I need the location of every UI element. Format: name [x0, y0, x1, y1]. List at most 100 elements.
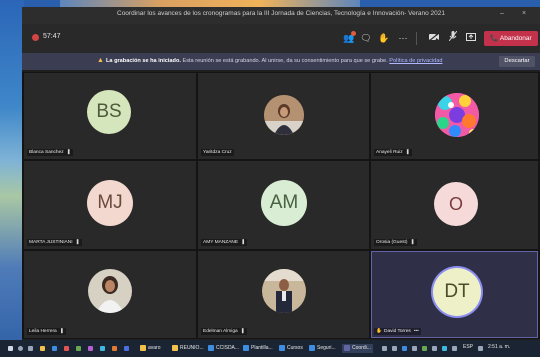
participant-name: Edelman Almiga ❚: [201, 328, 247, 335]
clock[interactable]: 2:51 a. m.: [488, 344, 510, 350]
recording-banner: ▲ La grabación se ha iniciado. Esta reun…: [22, 53, 540, 70]
participant-photo: [262, 269, 306, 313]
participant-name: Blanca Sanchez ❚: [27, 149, 73, 156]
more-options-icon[interactable]: •••: [414, 329, 419, 334]
participant-photo: [88, 269, 132, 313]
tray-icon[interactable]: [452, 346, 457, 351]
participant-tile-speaking[interactable]: DT ✋ David Torres •••: [371, 251, 538, 338]
participant-art-avatar: [435, 93, 479, 137]
mic-off-icon: ❚: [410, 240, 415, 245]
tray-icon[interactable]: [422, 346, 427, 351]
participant-name: ✋ David Torres •••: [374, 328, 421, 335]
mic-off-icon: ❚: [75, 240, 80, 245]
mic-off-icon: ❚: [59, 329, 64, 334]
tray-icon[interactable]: [382, 346, 387, 351]
edge-icon[interactable]: [52, 346, 57, 351]
participant-name-label: Leila Herrera: [29, 329, 57, 334]
browser-icon: [208, 344, 214, 351]
tray-icon[interactable]: [402, 346, 407, 351]
browser-icon: [279, 344, 285, 351]
participant-tile[interactable]: Yaritdza Cruz: [198, 73, 369, 159]
taskbar-item[interactable]: CCISDA...: [208, 344, 239, 353]
participant-tile[interactable]: Leila Herrera ❚: [24, 251, 196, 338]
notification-badge: [351, 31, 356, 36]
browser-icon: [243, 344, 249, 351]
minimize-button[interactable]: –: [500, 10, 504, 17]
taskbar-item[interactable]: REUNIO...: [172, 344, 204, 353]
avatar: O: [434, 182, 478, 226]
participant-name-label: David Torres: [383, 329, 411, 334]
meeting-toolbar: 57:47 👥 🗨 ✋ ⋯ 📞 Abandonar: [22, 24, 540, 53]
tray-icon[interactable]: [412, 346, 417, 351]
participant-name-label: Edelman Almiga: [203, 329, 238, 334]
taskbar-item[interactable]: Plantilla...: [243, 344, 273, 353]
participant-name-label: AMY MANZANE: [203, 240, 239, 245]
warning-icon: ▲: [97, 57, 104, 64]
share-icon[interactable]: [464, 31, 478, 45]
close-button[interactable]: ×: [522, 10, 526, 17]
tray-icon[interactable]: [442, 346, 447, 351]
app-icon[interactable]: [124, 346, 129, 351]
meeting-timer: 57:47: [43, 33, 61, 40]
folder-icon: [140, 344, 146, 351]
tray-icon[interactable]: [432, 346, 437, 351]
dismiss-button[interactable]: Descartar: [499, 56, 535, 67]
participant-tile[interactable]: AM AMY MANZANE ❚: [198, 161, 369, 249]
taskbar-item[interactable]: Seguri...: [309, 344, 336, 353]
taskbar-item[interactable]: Cursos: [279, 344, 303, 353]
participant-tile[interactable]: BS Blanca Sanchez ❚: [24, 73, 196, 159]
privacy-link[interactable]: Política de privacidad: [389, 58, 442, 64]
participant-name-label: Anayeli Ruiz: [376, 150, 403, 155]
taskbar-item-label: Cursos: [287, 345, 303, 351]
avatar: DT: [433, 268, 481, 316]
search-icon[interactable]: [18, 346, 23, 351]
participant-name: Yaritdza Cruz: [201, 149, 234, 156]
avatar: AM: [261, 180, 307, 226]
taskbar-item-active[interactable]: Coordi...: [342, 344, 373, 353]
recording-icon: [32, 34, 39, 41]
camera-icon[interactable]: [427, 31, 441, 45]
mic-off-icon: ❚: [405, 150, 410, 155]
banner-message: La grabación se ha iniciado. Esta reunió…: [106, 58, 442, 64]
teams-meeting-window: Coordinar los avances de los cronogramas…: [22, 7, 540, 349]
participant-name-label: Orosia (Guest): [376, 240, 408, 245]
participant-name: Anayeli Ruiz ❚: [374, 149, 412, 156]
taskbar-item[interactable]: avaro: [140, 344, 161, 353]
app-icon[interactable]: [76, 346, 81, 351]
participant-tile[interactable]: O Orosia (Guest) ❚: [371, 161, 538, 249]
app-icon[interactable]: [64, 346, 69, 351]
app-icon[interactable]: [112, 346, 117, 351]
raise-hand-icon[interactable]: ✋: [377, 31, 391, 45]
start-icon[interactable]: [8, 346, 13, 351]
explorer-icon[interactable]: [40, 346, 45, 351]
leave-button[interactable]: 📞 Abandonar: [484, 31, 538, 46]
wifi-icon[interactable]: [478, 346, 483, 351]
folder-icon: [172, 344, 178, 351]
mic-off-icon: ❚: [241, 240, 246, 245]
task-view-icon[interactable]: [28, 346, 33, 351]
windows-taskbar: avaro REUNIO... CCISDA... Plantilla... C…: [0, 340, 540, 357]
participant-tile[interactable]: Anayeli Ruiz ❚: [371, 73, 538, 159]
hand-icon: ✋: [376, 329, 382, 334]
participant-name: Orosia (Guest) ❚: [374, 239, 417, 246]
participant-name-label: MARTA JUSTINIANI: [29, 240, 73, 245]
app-icon[interactable]: [100, 346, 105, 351]
avatar: MJ: [87, 180, 133, 226]
taskbar-item-label: CCISDA...: [216, 345, 240, 351]
app-icon[interactable]: [88, 346, 93, 351]
participant-tile[interactable]: MJ MARTA JUSTINIANI ❚: [24, 161, 196, 249]
leave-label: Abandonar: [499, 35, 532, 42]
toolbar-divider: [416, 32, 417, 45]
window-title: Coordinar los avances de los cronogramas…: [117, 10, 445, 17]
tray-icon[interactable]: [392, 346, 397, 351]
background-strip-left: [0, 0, 24, 357]
mic-icon[interactable]: [446, 30, 460, 45]
taskbar-item-label: Plantilla...: [251, 345, 273, 351]
language-indicator[interactable]: ESP: [463, 344, 473, 350]
banner-text: Esta reunión se está grabando. Al unirse…: [180, 58, 388, 64]
participant-tile[interactable]: Edelman Almiga ❚: [198, 251, 369, 338]
mic-off-icon: ❚: [66, 150, 71, 155]
more-icon[interactable]: ⋯: [396, 31, 410, 45]
banner-bold: La grabación se ha iniciado.: [106, 58, 181, 64]
chat-icon[interactable]: 🗨: [359, 31, 373, 45]
